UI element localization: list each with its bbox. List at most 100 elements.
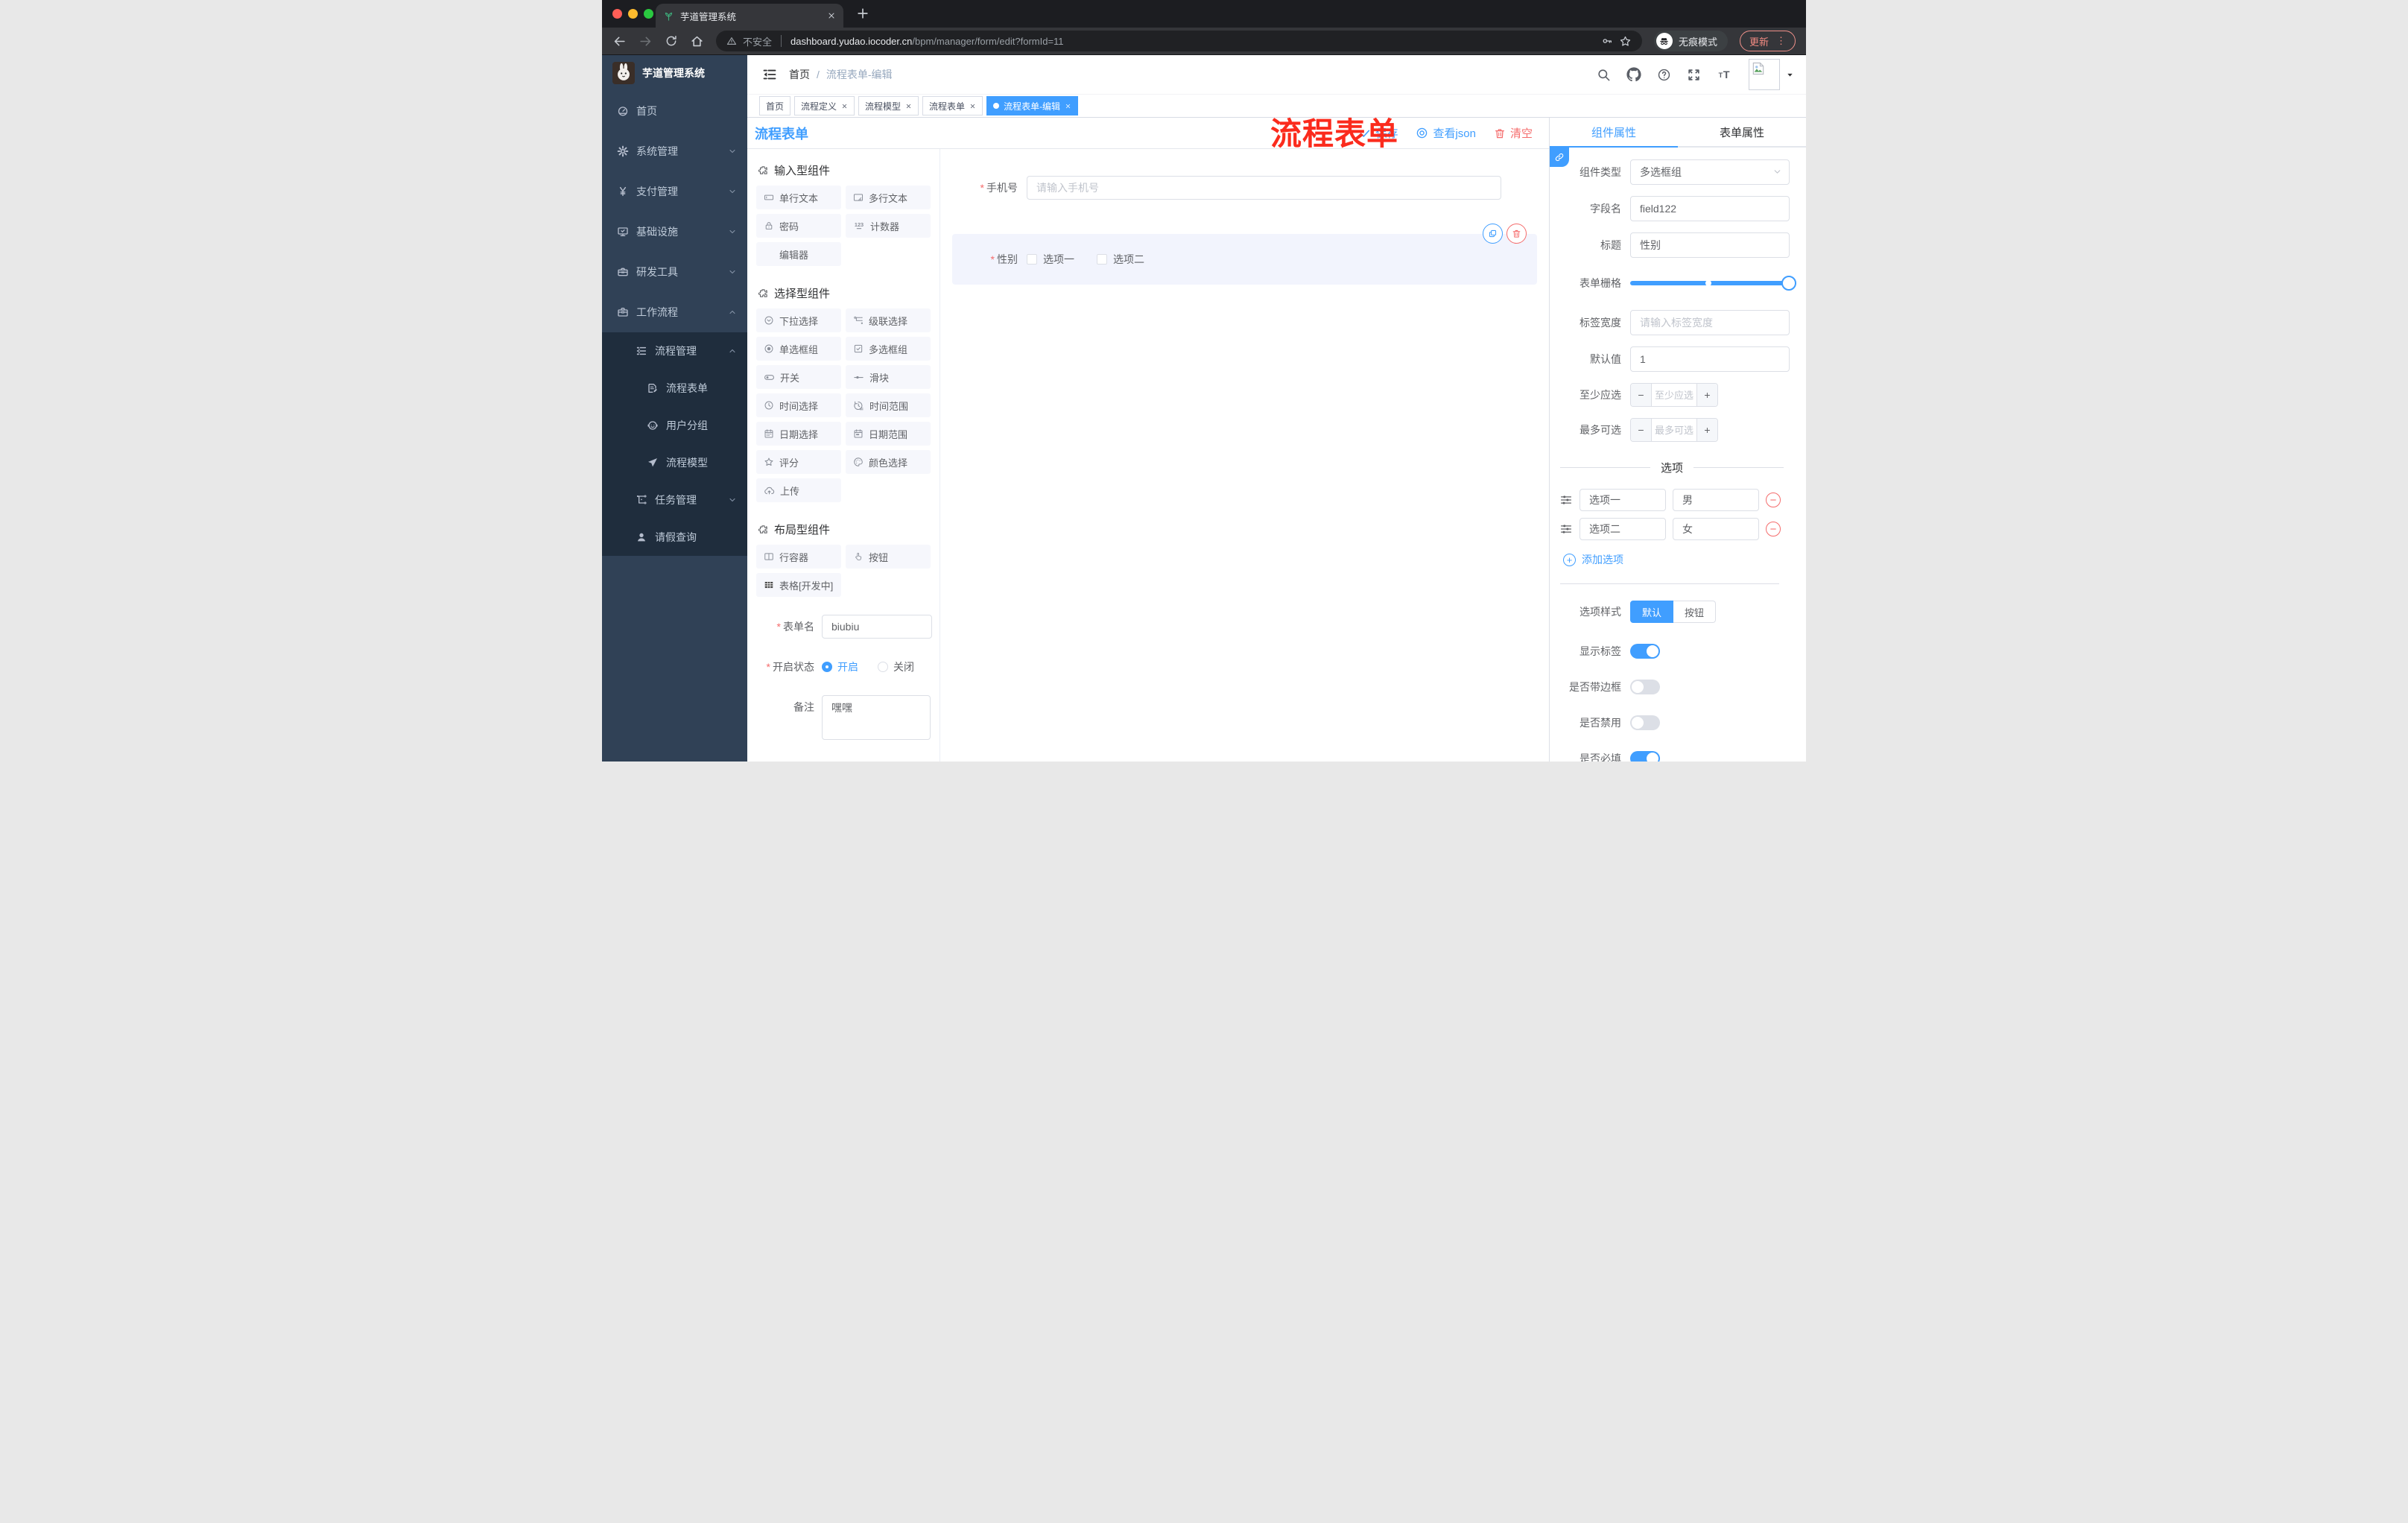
remove-option-button[interactable]: −: [1766, 522, 1781, 536]
sidebar-item-infra[interactable]: 基础设施: [602, 212, 747, 252]
remark-textarea[interactable]: 嘿嘿: [822, 695, 931, 740]
option1-value-input[interactable]: [1673, 489, 1759, 511]
drag-handle-icon[interactable]: [1559, 493, 1573, 507]
style-button-button[interactable]: 按钮: [1673, 601, 1717, 623]
close-window-button[interactable]: [612, 9, 622, 19]
palette-item-single-text[interactable]: 单行文本: [756, 186, 841, 209]
sidebar-item-process-form[interactable]: 流程表单: [602, 370, 747, 407]
palette-item-cascader[interactable]: 级联选择: [846, 308, 931, 332]
sidebar-item-home[interactable]: 首页: [602, 91, 747, 131]
palette-item-multi-text[interactable]: 多行文本: [846, 186, 931, 209]
sidebar-item-payment[interactable]: 支付管理: [602, 171, 747, 212]
user-avatar-menu[interactable]: [1749, 59, 1794, 90]
drag-handle-icon[interactable]: [1559, 522, 1573, 536]
search-icon[interactable]: [1597, 68, 1611, 82]
disabled-switch[interactable]: [1630, 715, 1660, 730]
sidebar-collapse-icon[interactable]: [762, 67, 777, 82]
clear-button[interactable]: 清空: [1494, 125, 1533, 141]
label-width-input[interactable]: [1630, 310, 1790, 335]
tab-component-props[interactable]: 组件属性: [1550, 118, 1678, 148]
option1-label-input[interactable]: [1580, 489, 1666, 511]
canvas-field-gender-selected[interactable]: * 性别 选项一 选项二: [952, 224, 1537, 285]
default-value-input[interactable]: [1630, 346, 1790, 372]
palette-item-password[interactable]: 密码: [756, 214, 841, 238]
sidebar-item-system[interactable]: 系统管理: [602, 131, 747, 171]
tag-home[interactable]: 首页: [759, 96, 791, 115]
palette-item-checkbox-group[interactable]: 多选框组: [846, 337, 931, 361]
palette-item-time-picker[interactable]: 时间选择: [756, 393, 841, 417]
phone-input[interactable]: [1027, 176, 1501, 200]
component-type-select[interactable]: [1630, 159, 1790, 185]
min-select-input[interactable]: [1652, 384, 1696, 406]
bookmark-star-icon[interactable]: [1619, 35, 1632, 48]
link-field-tab[interactable]: [1550, 148, 1569, 167]
tag-close-icon[interactable]: [969, 103, 976, 110]
new-tab-button[interactable]: [855, 6, 870, 21]
palette-item-table[interactable]: 表格[开发中]: [756, 573, 841, 597]
tag-process-model[interactable]: 流程模型: [858, 96, 919, 115]
required-switch[interactable]: [1630, 751, 1660, 762]
palette-item-color-picker[interactable]: 颜色选择: [846, 450, 931, 474]
fullscreen-icon[interactable]: [1687, 68, 1701, 82]
stepper-decrease-button[interactable]: −: [1631, 384, 1652, 406]
github-icon[interactable]: [1626, 67, 1641, 82]
palette-item-row-container[interactable]: 行容器: [756, 545, 841, 569]
palette-item-radio-group[interactable]: 单选框组: [756, 337, 841, 361]
max-select-stepper[interactable]: − +: [1630, 418, 1718, 442]
browser-update-button[interactable]: 更新 ⋮: [1739, 31, 1796, 51]
palette-item-counter[interactable]: 计数器: [846, 214, 931, 238]
help-icon[interactable]: [1657, 68, 1671, 82]
min-select-stepper[interactable]: − +: [1630, 383, 1718, 407]
form-grid-slider[interactable]: [1630, 276, 1796, 291]
tag-process-form-edit[interactable]: 流程表单-编辑: [986, 96, 1079, 115]
tag-close-icon[interactable]: [1065, 103, 1071, 110]
home-icon[interactable]: [690, 34, 704, 48]
zoom-window-button[interactable]: [644, 9, 653, 19]
palette-item-switch[interactable]: 开关: [756, 365, 841, 389]
palette-item-upload[interactable]: 上传: [756, 478, 841, 502]
sidebar-item-process-model[interactable]: 流程模型: [602, 444, 747, 481]
option2-value-input[interactable]: [1673, 518, 1759, 540]
form-name-input[interactable]: [822, 615, 932, 639]
macos-window-controls[interactable]: [612, 9, 653, 19]
style-default-button[interactable]: 默认: [1630, 601, 1674, 623]
copy-component-button[interactable]: [1483, 224, 1503, 244]
address-bar[interactable]: 不安全 dashboard.yudao.iocoder.cn/bpm/manag…: [716, 31, 1642, 51]
status-radio-on[interactable]: 开启: [822, 659, 858, 674]
border-switch[interactable]: [1630, 680, 1660, 694]
font-size-icon[interactable]: [1717, 67, 1733, 82]
reload-icon[interactable]: [665, 34, 678, 48]
tab-close-icon[interactable]: [827, 11, 836, 20]
sidebar-logo[interactable]: 芋道管理系统: [602, 55, 747, 91]
tag-close-icon[interactable]: [905, 103, 912, 110]
status-radio-off[interactable]: 关闭: [878, 659, 914, 674]
stepper-increase-button[interactable]: +: [1696, 384, 1717, 406]
palette-item-rate[interactable]: 评分: [756, 450, 841, 474]
field-name-input[interactable]: [1630, 196, 1790, 221]
gender-checkbox-option1[interactable]: 选项一: [1027, 252, 1074, 267]
show-label-switch[interactable]: [1630, 644, 1660, 659]
sidebar-item-workflow[interactable]: 工作流程: [602, 292, 747, 332]
palette-item-time-range[interactable]: 时间范围: [846, 393, 931, 417]
title-input[interactable]: [1630, 232, 1790, 258]
stepper-increase-button[interactable]: +: [1696, 419, 1717, 441]
form-canvas[interactable]: *手机号 *性别 选项一: [940, 149, 1549, 762]
sidebar-item-devtools[interactable]: 研发工具: [602, 252, 747, 292]
palette-item-select[interactable]: 下拉选择: [756, 308, 841, 332]
sidebar-item-task-mgmt[interactable]: 任务管理: [602, 481, 747, 519]
browser-menu-dots-icon[interactable]: ⋮: [1776, 35, 1786, 47]
delete-component-button[interactable]: [1506, 224, 1527, 244]
view-json-button[interactable]: 查看json: [1416, 125, 1476, 141]
tab-form-props[interactable]: 表单属性: [1678, 118, 1806, 146]
tag-close-icon[interactable]: [841, 103, 848, 110]
add-option-button[interactable]: + 添加选项: [1550, 552, 1790, 567]
back-icon[interactable]: [612, 34, 627, 48]
breadcrumb-home[interactable]: 首页: [789, 67, 810, 82]
sidebar-item-leave-query[interactable]: 请假查询: [602, 519, 747, 556]
palette-item-button[interactable]: 按钮: [846, 545, 931, 569]
minimize-window-button[interactable]: [628, 9, 638, 19]
remove-option-button[interactable]: −: [1766, 493, 1781, 507]
forward-icon[interactable]: [639, 34, 653, 48]
browser-tab[interactable]: 芋道管理系统: [656, 4, 843, 28]
canvas-field-phone[interactable]: * 手机号: [952, 162, 1537, 213]
